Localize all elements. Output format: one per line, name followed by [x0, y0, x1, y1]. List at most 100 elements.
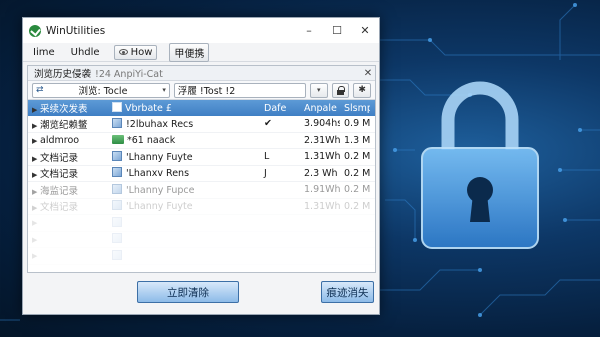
row-date: L: [264, 151, 270, 163]
file-icon: [112, 233, 122, 244]
list-header: ▶ 采续次发表 Vbrbate £ Dafe Anpale Slsmp: [28, 100, 375, 116]
file-icon: [112, 249, 122, 260]
clear-now-button[interactable]: 立即清除: [137, 281, 239, 303]
row-size: 1.91Wh: [304, 184, 340, 196]
expand-icon[interactable]: ▶: [32, 219, 40, 227]
row-date: ✔: [260, 118, 300, 129]
row-name: ▶ 潮览纪赖鳖: [32, 119, 88, 131]
row-size: 3.904hs: [304, 118, 340, 130]
panel-close-button[interactable]: ✕: [361, 68, 375, 79]
row-name: ▶ 文档记录: [32, 152, 79, 164]
row-detail: [108, 249, 260, 262]
expand-icon[interactable]: ▶: [32, 252, 40, 260]
row-slots: 0.2 M: [344, 184, 370, 196]
row-name: ▶ 文档记录: [32, 202, 79, 214]
expand-icon[interactable]: ▶: [32, 236, 40, 244]
column-header-slots[interactable]: Slsmp: [340, 103, 370, 114]
expand-icon: ▶: [32, 106, 38, 114]
column-header-item[interactable]: Vbrbate £: [108, 102, 260, 114]
row-detail: 'Lhanny Fuyte: [108, 150, 260, 163]
column-header-date[interactable]: Dafe: [260, 103, 300, 114]
portable-button[interactable]: 甲便携: [169, 42, 210, 62]
column-header-name[interactable]: ▶ 采续次发表: [28, 101, 108, 115]
row-name: ▶ 海监记录: [32, 185, 79, 197]
menu-item-time[interactable]: Iime: [31, 46, 57, 59]
expand-icon[interactable]: ▶: [32, 155, 40, 163]
row-size: 2.31Wh: [304, 134, 340, 146]
menu-bar: Iime Uhdle How 甲便携: [23, 42, 379, 62]
panel-title: 浏览历史侵袭 !24 AnpiYi-Cat: [34, 66, 361, 80]
expand-icon[interactable]: ▶: [32, 171, 40, 179]
minimize-button[interactable]: –: [295, 18, 323, 43]
expand-icon[interactable]: ▶: [32, 122, 40, 130]
file-icon: [112, 167, 122, 178]
list-item[interactable]: ▶ 文档记录 'Lhanny Fuyte 1.31Wh 0.2 M: [28, 199, 375, 215]
list-item[interactable]: ▶: [28, 232, 375, 248]
history-list: ▶ 潮览纪赖鳖 !2lbuhax Recs ✔ 3.904hs 0.9 M ▶ aldmroo…: [28, 116, 375, 265]
row-name: ▶: [28, 234, 108, 245]
row-detail: 'Lhanny Fupce: [108, 183, 260, 196]
portable-button-label: 甲便携: [174, 48, 205, 60]
list-item[interactable]: ▶文档记录 'Lhanny Fuyte L 1.31Whs 0.2 M: [28, 149, 375, 166]
list-item[interactable]: ▶: [28, 215, 375, 232]
title-bar: WinUtilities – ☐ ✕: [23, 18, 379, 43]
folder-icon: [112, 134, 124, 144]
list-item[interactable]: ▶: [28, 248, 375, 265]
list-item[interactable]: ▶ aldmroo *61 naack 2.31Wh 1.3 M: [28, 133, 375, 149]
file-icon: [112, 200, 122, 211]
path-field[interactable]: 浮履 !Tost !2: [173, 82, 306, 98]
file-icon: [112, 216, 122, 227]
row-slots: 0.9 M: [344, 118, 370, 130]
eye-icon: [118, 49, 128, 55]
lock-button[interactable]: [331, 82, 350, 98]
menu-item-handle[interactable]: Uhdle: [69, 46, 102, 59]
expand-icon[interactable]: ▶: [32, 204, 40, 212]
row-detail: [108, 233, 260, 245]
row-name: ▶: [28, 217, 108, 228]
swap-icon: ⇄: [36, 85, 44, 95]
browser-select[interactable]: ⇄ 浏览: Tocle ▾: [32, 82, 170, 98]
row-slots: 1.3 M: [344, 134, 370, 146]
lock-icon: [336, 85, 345, 95]
close-button[interactable]: ✕: [351, 18, 379, 43]
row-size: 1.31Whs: [304, 151, 340, 163]
path-field-value: 浮履 !Tost !2: [177, 86, 236, 97]
row-slots: 0.2 M: [344, 167, 370, 179]
maximize-button[interactable]: ☐: [323, 18, 351, 43]
browser-select-label: 浏览: Tocle: [78, 86, 128, 97]
panel-header: 浏览历史侵袭 !24 AnpiYi-Cat ✕: [28, 66, 375, 81]
file-icon: [112, 117, 122, 128]
expand-icon[interactable]: ▶: [32, 188, 40, 196]
row-detail: !2lbuhax Recs: [108, 117, 260, 130]
chevron-down-icon: ▾: [317, 86, 321, 94]
row-date: J: [264, 167, 267, 179]
check-icon: ✔: [264, 118, 272, 130]
padlock-graphic: [421, 81, 539, 249]
erase-traces-button[interactable]: 痕迹消失: [321, 281, 374, 303]
check-app-icon: [29, 24, 41, 37]
expand-icon[interactable]: ▶: [32, 137, 40, 145]
list-item[interactable]: ▶ 海监记录 'Lhanny Fupce 1.91Wh 0.2 M: [28, 182, 375, 199]
panel-title-text: 浏览历史侵袭: [34, 69, 92, 80]
row-name: ▶ aldmroo: [32, 134, 80, 146]
list-item[interactable]: ▶ 文档记录 'Lhanxv Rens J 2.3 Wh 0.2 M: [28, 166, 375, 182]
panel-subtitle: !24 AnpiYi-Cat: [95, 69, 163, 80]
dropdown-button[interactable]: ▾: [309, 82, 328, 98]
view-button[interactable]: How: [113, 44, 158, 60]
row-name: ▶ 文档记录: [32, 169, 79, 181]
row-slots: 0.2 M: [344, 151, 370, 163]
panel-toolbar: ⇄ 浏览: Tocle ▾ 浮履 !Tost !2 ▾ ✱: [28, 81, 375, 100]
chevron-down-icon: ▾: [162, 86, 166, 94]
row-size: 1.31Wh: [304, 200, 340, 212]
settings-button[interactable]: ✱: [353, 82, 371, 98]
view-button-label: How: [130, 46, 153, 58]
list-item[interactable]: ▶ 潮览纪赖鳖 !2lbuhax Recs ✔ 3.904hs 0.9 M: [28, 116, 375, 133]
app-window: WinUtilities – ☐ ✕ Iime Uhdle How 甲便携 浏览…: [22, 17, 380, 315]
row-detail: 'Lhanny Fuyte: [108, 200, 260, 212]
column-header-size[interactable]: Anpale: [300, 103, 340, 114]
gear-icon: ✱: [358, 85, 366, 95]
row-slots: 0.2 M: [344, 200, 370, 212]
file-icon: [112, 102, 122, 112]
row-detail: [108, 216, 260, 229]
file-icon: [112, 183, 122, 194]
